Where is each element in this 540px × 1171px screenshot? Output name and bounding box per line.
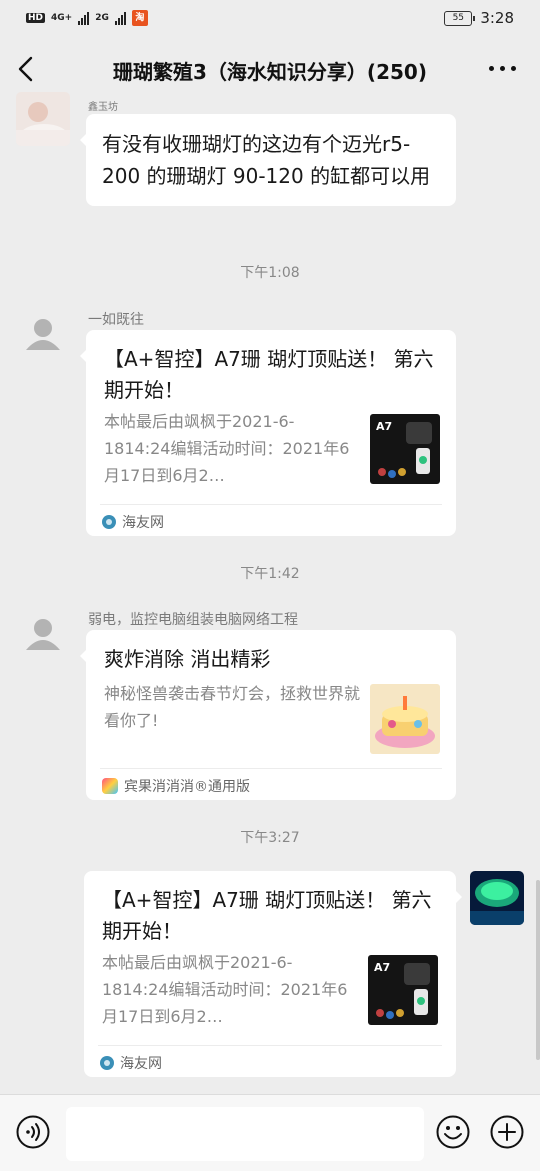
link-card-bubble[interactable]: 【A+智控】A7珊 瑚灯顶贴送！ 第六期开始！ 本帖最后由飒枫于2021-6-1… [84,871,462,1077]
timestamp: 下午1:08 [240,265,300,281]
status-right: 55 3:28 [444,9,514,27]
card-title: 【A+智控】A7珊 瑚灯顶贴送！ 第六期开始！ [102,888,432,943]
card-description: 神秘怪兽袭击春节灯会，拯救世界就看你了! [104,684,361,730]
chat-header: 珊瑚繁殖3（海水知识分享）(250) [0,38,540,102]
card-thumbnail [370,684,440,754]
network-label-1: 4G+ [51,13,73,23]
card-thumbnail: A7 [370,414,440,484]
self-avatar[interactable] [470,871,524,925]
input-bar [0,1094,540,1171]
thumb-label: A7 [376,420,392,433]
avatar[interactable] [16,308,70,362]
card-divider [100,504,442,505]
card-title: 【A+智控】A7珊 瑚灯顶贴送！ 第六期开始！ [104,347,434,402]
card-divider [98,1045,442,1046]
status-bar: HD 4G+ 2G 淘 55 3:28 [0,0,540,38]
user-photo-avatar-icon [16,92,70,146]
emoji-icon[interactable] [436,1115,470,1149]
bingo-game-source-icon [102,778,118,794]
sender-name: 弱电，监控电脑组装电脑网络工程 [88,612,298,628]
timestamp: 下午1:42 [240,566,300,582]
thumb-label: A7 [374,961,390,974]
network-label-2: 2G [95,13,109,23]
avatar[interactable] [16,608,70,662]
haiyou-source-icon [100,1056,114,1070]
game-thumbnail-icon [370,684,440,754]
source-label: 海友网 [120,1056,162,1072]
scrollbar[interactable] [536,880,540,1060]
default-avatar-icon [26,319,60,350]
link-card-bubble[interactable]: 【A+智控】A7珊 瑚灯顶贴送！ 第六期开始！ 本帖最后由飒枫于2021-6-1… [80,330,456,536]
timestamp: 下午3:27 [240,830,300,846]
chat-title: 珊瑚繁殖3（海水知识分享）(250) [113,60,427,84]
sender-name: 鑫玉坊 [88,102,118,113]
card-source: 宾果消消消®通用版 [102,776,250,796]
default-avatar-icon [26,619,60,650]
haiyou-source-icon [102,515,116,529]
card-divider [100,768,442,769]
source-label: 海友网 [122,515,164,531]
hd-indicator: HD [26,13,46,23]
coral-photo-avatar-icon [470,871,524,925]
product-thumbnail-icon: A7 [368,955,438,1025]
avatar[interactable] [16,92,70,146]
product-thumbnail-icon: A7 [370,414,440,484]
card-description: 本帖最后由飒枫于2021-6-1814:24编辑活动时间：2021年6月17日到… [102,953,348,1026]
signal-icon-1 [78,11,90,25]
card-description: 本帖最后由飒枫于2021-6-1814:24编辑活动时间：2021年6月17日到… [104,412,350,485]
clock: 3:28 [480,9,514,27]
message-input[interactable] [66,1107,424,1161]
source-label: 宾果消消消®通用版 [124,779,250,795]
signal-icon-2 [114,11,126,25]
card-thumbnail: A7 [368,955,438,1025]
voice-icon[interactable] [16,1115,50,1149]
card-source: 海友网 [102,512,164,532]
battery-icon: 55 [444,10,476,26]
game-card-bubble[interactable]: 爽炸消除 消出精彩 神秘怪兽袭击春节灯会，拯救世界就看你了! 宾果消消消®通用版 [80,630,456,800]
status-left: HD 4G+ 2G 淘 [26,10,148,26]
card-title: 爽炸消除 消出精彩 [104,647,271,671]
back-arrow-icon[interactable] [16,56,38,82]
text-message-bubble[interactable]: 有没有收珊瑚灯的这边有个迈光r5-200 的珊瑚灯 90-120 的缸都可以用 [80,114,456,206]
message-text: 有没有收珊瑚灯的这边有个迈光r5-200 的珊瑚灯 90-120 的缸都可以用 [102,132,431,188]
more-dots-icon[interactable] [489,66,516,71]
taobao-notification-icon: 淘 [131,10,148,26]
card-source: 海友网 [100,1053,162,1073]
sender-name: 一如既往 [88,312,144,328]
plus-icon[interactable] [490,1115,524,1149]
